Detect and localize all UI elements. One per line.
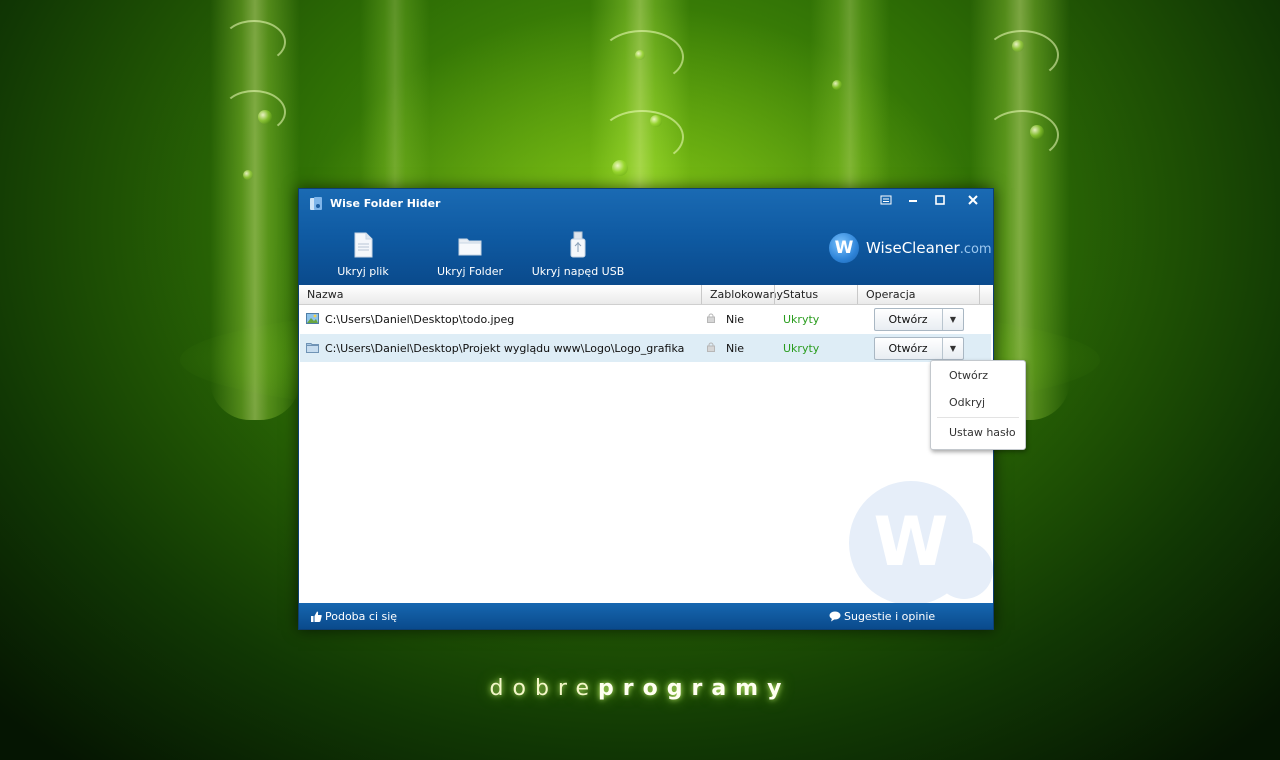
close-button[interactable]: [960, 191, 986, 209]
menu-item-set-password[interactable]: Ustaw hasło: [949, 426, 1016, 439]
watermark-bubble: [935, 541, 993, 599]
feedback-link[interactable]: Sugestie i opinie: [829, 610, 935, 623]
image-file-icon: [306, 313, 319, 324]
open-button[interactable]: Otwórz: [875, 313, 941, 326]
menu-divider: [937, 417, 1019, 418]
decor-bubble: [650, 115, 662, 127]
menu-item-unhide[interactable]: Odkryj: [949, 396, 985, 409]
like-link[interactable]: Podoba ci się: [311, 610, 397, 623]
status-value: Ukryty: [783, 313, 820, 326]
column-divider[interactable]: [979, 285, 980, 304]
wisecleaner-logo-icon: W: [829, 233, 859, 263]
settings-menu-icon[interactable]: [873, 191, 899, 209]
menu-item-open[interactable]: Otwórz: [949, 369, 988, 382]
decor-bubble: [1030, 125, 1044, 139]
window-footer: Podoba ci się Sugestie i opinie: [299, 603, 993, 629]
wisecleaner-logo[interactable]: WiseCleaner.com: [866, 239, 992, 257]
hide-folder-label: Ukryj Folder: [437, 265, 503, 278]
locked-value: Nie: [726, 313, 745, 326]
lock-icon: [707, 342, 715, 352]
decor-spiral: [600, 110, 684, 164]
decor-bubble: [612, 160, 628, 176]
decor-bubble: [243, 170, 253, 180]
hide-folder-button[interactable]: Ukryj Folder: [415, 231, 525, 278]
file-path: C:\Users\Daniel\Desktop\todo.jpeg: [325, 313, 515, 326]
maximize-button[interactable]: [927, 191, 953, 209]
minimize-button[interactable]: [900, 191, 926, 209]
chevron-down-icon[interactable]: ▼: [943, 338, 963, 359]
status-value: Ukryty: [783, 342, 820, 355]
column-divider[interactable]: [857, 285, 858, 304]
open-split-button[interactable]: Otwórz ▼: [874, 308, 964, 331]
app-logo-icon: [310, 197, 322, 210]
locked-value: Nie: [726, 342, 745, 355]
hide-usb-label: Ukryj napęd USB: [531, 265, 625, 278]
feedback-label: Sugestie i opinie: [844, 610, 936, 623]
decor-spiral: [222, 20, 286, 64]
thumbs-up-icon: [311, 611, 322, 622]
table-row[interactable]: C:\Users\Daniel\Desktop\Projekt wyglądu …: [300, 334, 991, 362]
column-header-bar: Nazwa Zablokowany Status Operacja: [299, 285, 993, 305]
decor-spiral: [985, 30, 1059, 80]
column-divider[interactable]: [701, 285, 702, 304]
decor-bubble: [258, 110, 272, 124]
hide-usb-button[interactable]: Ukryj napęd USB: [523, 231, 633, 278]
app-window: Wise Folder Hider Ukryj plik Ukryj Folde…: [298, 188, 994, 630]
open-split-button[interactable]: Otwórz ▼: [874, 337, 964, 360]
column-operation[interactable]: Operacja: [866, 288, 916, 301]
decor-spiral: [985, 110, 1059, 160]
usb-drive-icon: [570, 231, 586, 258]
file-path: C:\Users\Daniel\Desktop\Projekt wyglądu …: [325, 342, 685, 355]
file-icon: [354, 232, 373, 258]
column-locked[interactable]: Zablokowany: [710, 288, 783, 301]
table-row[interactable]: C:\Users\Daniel\Desktop\todo.jpeg Nie Uk…: [300, 305, 991, 333]
folder-icon: [306, 343, 319, 353]
speech-bubble-icon: [829, 611, 841, 622]
column-status[interactable]: Status: [783, 288, 818, 301]
open-button[interactable]: Otwórz: [875, 342, 941, 355]
column-name[interactable]: Nazwa: [307, 288, 343, 301]
desktop-brand: dobreprogramy: [489, 676, 791, 701]
chevron-down-icon[interactable]: ▼: [943, 309, 963, 330]
hide-file-button[interactable]: Ukryj plik: [308, 231, 418, 278]
folder-icon: [458, 238, 482, 256]
like-label: Podoba ci się: [325, 610, 398, 623]
decor-bubble: [1012, 40, 1024, 52]
window-header: Wise Folder Hider Ukryj plik Ukryj Folde…: [299, 189, 993, 285]
window-title: Wise Folder Hider: [330, 197, 441, 210]
hide-file-label: Ukryj plik: [337, 265, 389, 278]
decor-bubble: [635, 50, 645, 60]
column-divider[interactable]: [774, 285, 775, 304]
operation-dropdown-menu: Otwórz Odkryj Ustaw hasło: [930, 360, 1026, 450]
decor-bubble: [832, 80, 842, 90]
lock-icon: [707, 313, 715, 323]
decor-spiral: [222, 90, 286, 134]
